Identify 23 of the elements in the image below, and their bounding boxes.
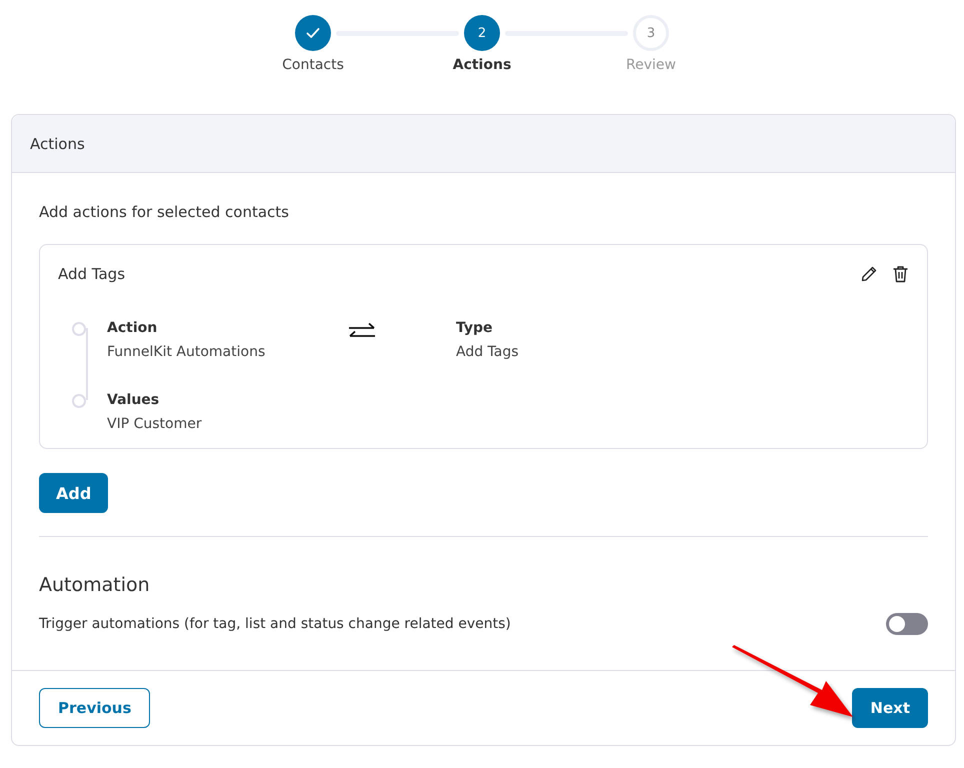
step-label: Actions bbox=[452, 57, 512, 73]
toggle-label: Trigger automations (for tag, list and status change related events) bbox=[39, 616, 511, 632]
field-label: Action bbox=[107, 320, 158, 336]
check-icon bbox=[306, 27, 320, 39]
next-button[interactable]: Next bbox=[852, 688, 928, 728]
step-number: 2 bbox=[478, 26, 486, 40]
field-value: VIP Customer bbox=[107, 416, 203, 432]
step-label: Contacts bbox=[282, 57, 344, 73]
field-value: Add Tags bbox=[456, 344, 519, 360]
delete-icon[interactable] bbox=[892, 265, 909, 283]
section-subtitle: Add actions for selected contacts bbox=[39, 203, 290, 221]
step-number: 3 bbox=[646, 26, 656, 40]
add-button[interactable]: Add bbox=[39, 473, 108, 513]
action-title: Add Tags bbox=[58, 265, 126, 283]
toggle-switch[interactable] bbox=[886, 613, 928, 635]
field-label: Values bbox=[107, 392, 160, 408]
step-label: Review bbox=[626, 57, 676, 73]
field-label: Type bbox=[456, 320, 494, 336]
section-heading: Automation bbox=[39, 574, 151, 596]
previous-button[interactable]: Previous bbox=[39, 688, 150, 728]
panel-title: Actions bbox=[30, 134, 85, 152]
field-value: FunnelKit Automations bbox=[107, 344, 266, 360]
edit-icon[interactable] bbox=[860, 265, 878, 283]
